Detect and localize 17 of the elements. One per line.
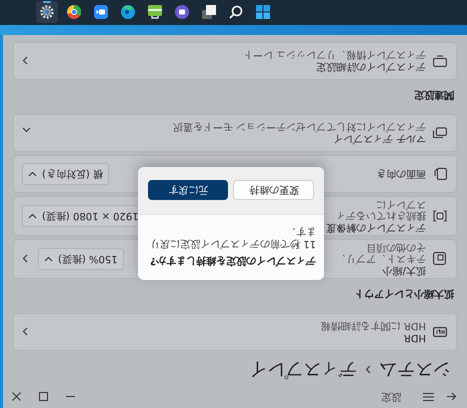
setting-description: HDR に関する詳細情報 bbox=[320, 320, 426, 332]
setting-title: HDR bbox=[404, 332, 426, 344]
setting-title: 拡大/縮小 bbox=[382, 265, 426, 276]
section-heading: 関連設定 bbox=[413, 88, 455, 103]
dialog-message: 11 秒で前のディスプレイ設定に戻ります。 bbox=[149, 225, 316, 249]
setting-title: マルチ ディスプレイ bbox=[332, 134, 426, 144]
setting-description: 接続されているディスプレイに bbox=[335, 199, 426, 221]
setting-title: 画面の向き bbox=[376, 168, 426, 180]
section-heading: 拡大縮小とレイアウト bbox=[353, 287, 456, 302]
dialog-title: ディスプレイの設定を維持しますか? bbox=[149, 254, 316, 268]
setting-description: ディスプレイに対してプレゼンテーション モードを選択 bbox=[172, 122, 426, 132]
setting-title: ディスプレイの解像度 bbox=[326, 222, 426, 233]
setting-description: ディスプレイ情報、リフレッシュ レート bbox=[242, 50, 426, 60]
setting-title: ディスプレイの詳細設定 bbox=[316, 62, 426, 72]
setting-description: テキスト、アプリ、その他の項目 bbox=[335, 242, 426, 264]
window-title: 設定 bbox=[381, 390, 401, 404]
breadcrumb-item: ディスプレイ bbox=[249, 358, 357, 382]
